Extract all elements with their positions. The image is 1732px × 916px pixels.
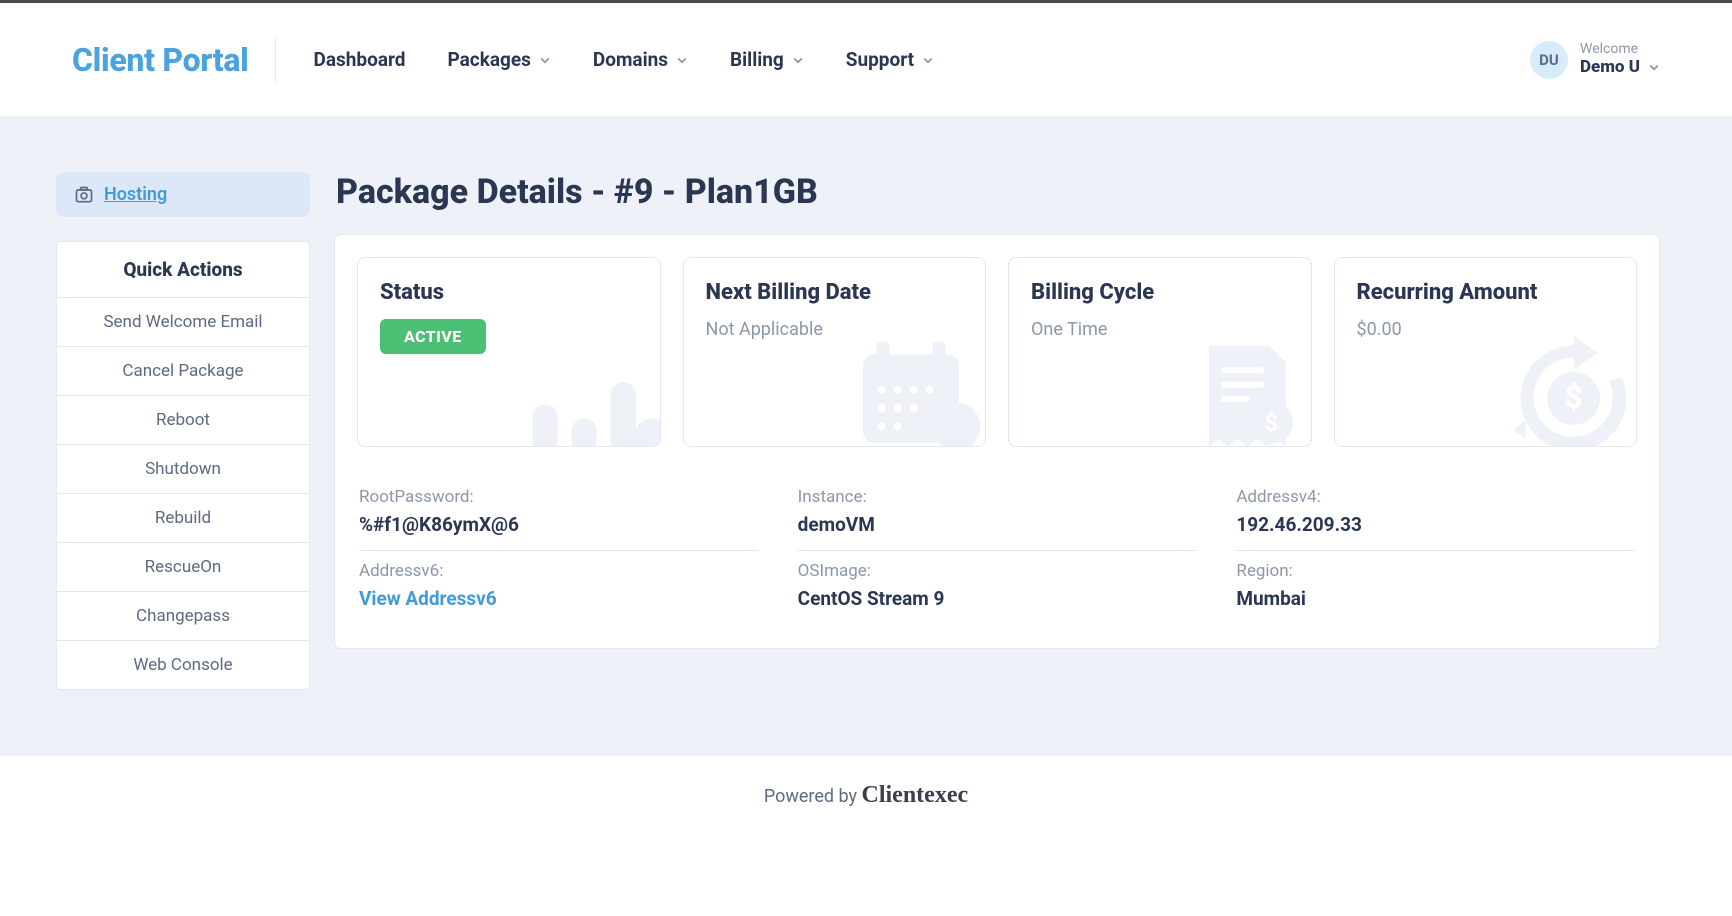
svg-text:$: $ (1264, 409, 1278, 437)
qa-rebuild[interactable]: Rebuild (57, 494, 309, 543)
row-osimage: OSImage: CentOS Stream 9 (798, 551, 1197, 624)
qa-changepass[interactable]: Changepass (57, 592, 309, 641)
summary-cards: Status ACTIVE Next Billing Date Not (357, 257, 1637, 447)
page-title: Package Details - #9 - Plan1GB (336, 172, 1660, 212)
package-panel: Status ACTIVE Next Billing Date Not (334, 234, 1660, 649)
qa-web-console[interactable]: Web Console (57, 641, 309, 689)
value-osimage: CentOS Stream 9 (798, 587, 1197, 610)
label-addressv4: Addressv4: (1236, 487, 1635, 507)
nav-dashboard-label: Dashboard (314, 48, 406, 71)
card-billing-cycle: Billing Cycle One Time $ (1008, 257, 1312, 447)
chevron-down-icon (1648, 61, 1660, 73)
footer-brand[interactable]: Clientexec (862, 782, 969, 808)
value-region: Mumbai (1236, 587, 1635, 610)
nav-domains-label: Domains (593, 48, 668, 71)
user-welcome: Welcome (1580, 42, 1660, 57)
nav-dashboard[interactable]: Dashboard (314, 48, 406, 71)
card-billing-cycle-label: Billing Cycle (1031, 280, 1289, 305)
value-addressv4: 192.46.209.33 (1236, 513, 1635, 536)
footer-powered-by: Powered by (764, 786, 862, 807)
card-recurring: Recurring Amount $0.00 $ (1334, 257, 1638, 447)
brand-logo[interactable]: Client Portal (72, 38, 276, 82)
user-name: Demo U (1580, 58, 1640, 77)
row-root-password: RootPassword: %#f1@K86ymX@6 (359, 477, 758, 551)
details-col-1: RootPassword: %#f1@K86ymX@6 Addressv6: V… (359, 477, 758, 624)
svg-text:$: $ (1565, 379, 1583, 416)
nav-billing-label: Billing (730, 48, 784, 71)
label-root-password: RootPassword: (359, 487, 758, 507)
nav-billing[interactable]: Billing (730, 48, 804, 71)
chevron-down-icon (676, 54, 688, 66)
camera-icon (74, 185, 94, 205)
details-grid: RootPassword: %#f1@K86ymX@6 Addressv6: V… (357, 469, 1637, 626)
nav-domains[interactable]: Domains (593, 48, 688, 71)
details-col-2: Instance: demoVM OSImage: CentOS Stream … (798, 477, 1197, 624)
row-region: Region: Mumbai (1236, 551, 1635, 624)
status-badge: ACTIVE (380, 319, 486, 354)
row-addressv4: Addressv4: 192.46.209.33 (1236, 477, 1635, 551)
chevron-down-icon (792, 54, 804, 66)
bars-icon (524, 336, 661, 447)
label-instance: Instance: (798, 487, 1197, 507)
label-addressv6: Addressv6: (359, 561, 758, 581)
qa-shutdown[interactable]: Shutdown (57, 445, 309, 494)
footer: Powered by Clientexec (0, 756, 1732, 839)
qa-rescue-on[interactable]: RescueOn (57, 543, 309, 592)
card-status-label: Status (380, 280, 638, 305)
qa-cancel-package[interactable]: Cancel Package (57, 347, 309, 396)
nav-packages[interactable]: Packages (447, 48, 550, 71)
chevron-down-icon (922, 54, 934, 66)
sidebar-item-label: Hosting (104, 184, 167, 205)
label-osimage: OSImage: (798, 561, 1197, 581)
card-recurring-label: Recurring Amount (1357, 280, 1615, 305)
chevron-down-icon (539, 54, 551, 66)
user-menu[interactable]: DU Welcome Demo U (1530, 41, 1660, 79)
page-body: Hosting Quick Actions Send Welcome Email… (0, 116, 1732, 756)
qa-reboot[interactable]: Reboot (57, 396, 309, 445)
recurring-dollar-icon: $ (1500, 336, 1637, 447)
invoice-icon: $ (1175, 336, 1312, 447)
avatar: DU (1530, 41, 1568, 79)
card-next-billing: Next Billing Date Not Applicable (683, 257, 987, 447)
row-instance: Instance: demoVM (798, 477, 1197, 551)
nav-support[interactable]: Support (846, 48, 934, 71)
value-instance: demoVM (798, 513, 1197, 536)
card-status: Status ACTIVE (357, 257, 661, 447)
nav-support-label: Support (846, 48, 914, 71)
main-content: Package Details - #9 - Plan1GB Status AC… (334, 172, 1660, 649)
main-nav: Dashboard Packages Domains Billing Suppo… (314, 48, 935, 71)
quick-actions: Quick Actions Send Welcome Email Cancel … (56, 241, 310, 690)
qa-send-welcome-email[interactable]: Send Welcome Email (57, 298, 309, 347)
value-root-password: %#f1@K86ymX@6 (359, 513, 758, 536)
card-next-billing-label: Next Billing Date (706, 280, 964, 305)
label-region: Region: (1236, 561, 1635, 581)
calendar-icon (849, 336, 986, 447)
sidebar-item-hosting[interactable]: Hosting (56, 172, 310, 217)
sidebar: Hosting Quick Actions Send Welcome Email… (56, 172, 310, 690)
nav-packages-label: Packages (447, 48, 530, 71)
row-addressv6: Addressv6: View Addressv6 (359, 551, 758, 624)
link-view-addressv6[interactable]: View Addressv6 (359, 587, 758, 610)
details-col-3: Addressv4: 192.46.209.33 Region: Mumbai (1236, 477, 1635, 624)
top-bar: Client Portal Dashboard Packages Domains… (0, 0, 1732, 116)
quick-actions-title: Quick Actions (57, 242, 309, 298)
